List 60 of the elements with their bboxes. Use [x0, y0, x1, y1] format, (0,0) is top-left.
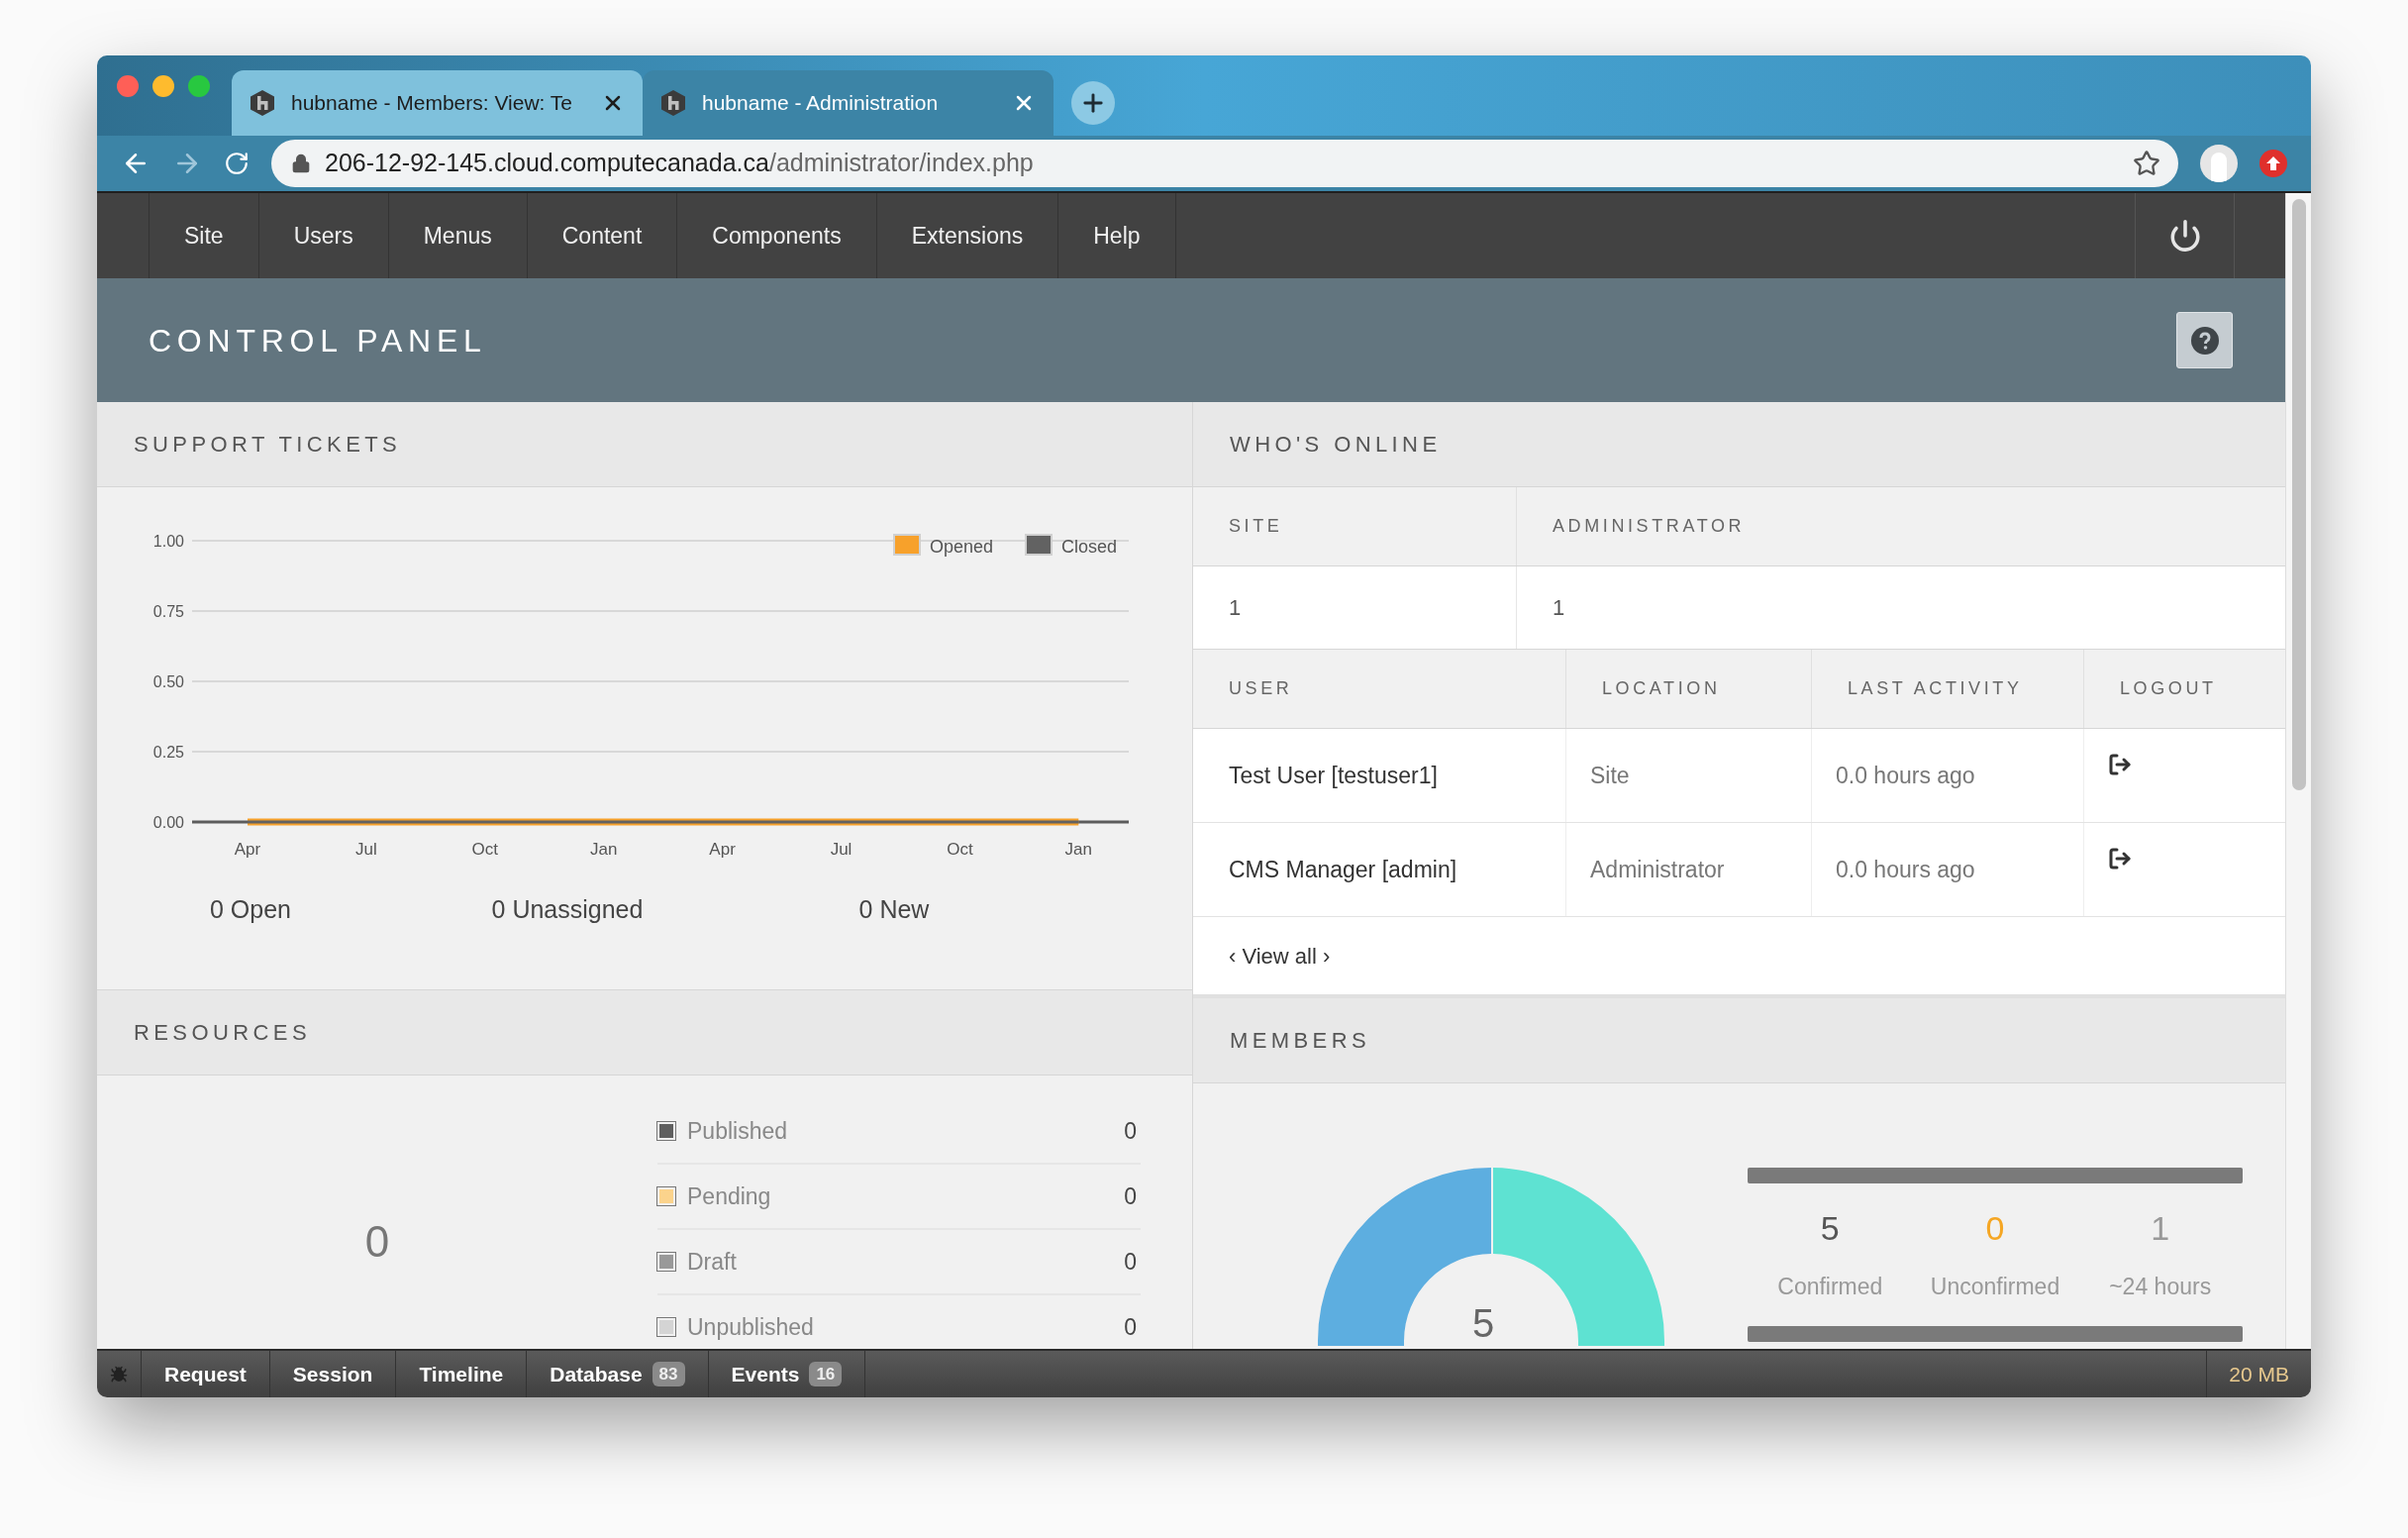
table-cell: Site [1566, 729, 1812, 822]
count-badge: 16 [809, 1362, 843, 1386]
member-count-label: Unconfirmed [1929, 1273, 2061, 1301]
section-title: WHO'S ONLINE [1230, 431, 1442, 459]
column-header: LOCATION [1566, 650, 1812, 728]
table-cell: 0.0 hours ago [1812, 823, 2084, 916]
url-path: /administrator/index.php [768, 149, 1034, 177]
member-count: 1 [2150, 1208, 2171, 1249]
y-tick-label: 1.00 [152, 533, 184, 550]
column-header: USER [1193, 650, 1566, 728]
tab-title: hubname - Administration [702, 90, 940, 117]
x-tick-label: Jul [355, 840, 377, 859]
section-title: RESOURCES [134, 1019, 311, 1047]
table-cell: 1 [1193, 566, 1517, 649]
y-tick-label: 0.00 [152, 814, 184, 831]
memory-usage: 20 MB [2206, 1351, 2311, 1397]
url-host: 206-12-92-145.cloud.computecanada.ca [325, 149, 769, 177]
y-tick-label: 0.25 [152, 744, 184, 761]
ticket-stat: 0 Open [209, 894, 292, 925]
x-tick-label: Apr [234, 840, 261, 859]
status-count: 0 [1124, 1247, 1138, 1277]
ticket-stat: 0 Unassigned [490, 894, 645, 925]
y-tick-label: 0.50 [152, 673, 184, 690]
status-count: 0 [1124, 1181, 1138, 1211]
column-header: LAST ACTIVITY [1812, 650, 2084, 728]
table-cell: Test User [testuser1] [1193, 729, 1566, 822]
member-count-label: Confirmed [1776, 1273, 1884, 1301]
status-count: 0 [1124, 1116, 1138, 1146]
resources-total: 0 [364, 1216, 390, 1268]
table-cell: 0.0 hours ago [1812, 729, 2084, 822]
y-tick-label: 0.75 [152, 603, 184, 620]
legend-label: Closed [1061, 537, 1118, 557]
column-header: ADMINISTRATOR [1552, 515, 1747, 538]
table-cell: Administrator [1566, 823, 1812, 916]
status-label: Published [687, 1116, 789, 1146]
x-tick-label: Apr [709, 840, 736, 859]
x-tick-label: Jul [830, 840, 853, 859]
x-tick-label: Jan [590, 840, 618, 859]
ticket-stat: 0 New [857, 894, 931, 925]
member-count: 5 [1819, 1208, 1841, 1249]
tab-title: hubname - Members: View: Te [291, 90, 574, 117]
status-count: 0 [1124, 1312, 1138, 1342]
status-label: Draft [687, 1247, 738, 1277]
page-title: CONTROL PANEL [149, 321, 488, 360]
section-title: SUPPORT TICKETS [134, 431, 402, 459]
table-cell: CMS Manager [admin] [1193, 823, 1566, 916]
legend-label: Opened [930, 537, 994, 557]
x-tick-label: Oct [947, 840, 973, 859]
donut-center-value: 5 [1472, 1303, 1495, 1343]
column-header: SITE [1193, 487, 1517, 565]
status-label: Pending [687, 1181, 772, 1211]
section-title: MEMBERS [1230, 1027, 1371, 1055]
x-tick-label: Oct [471, 840, 499, 859]
status-label: Unpublished [687, 1312, 815, 1342]
x-tick-label: Jan [1064, 840, 1092, 859]
column-header: LOGOUT [2119, 677, 2218, 700]
member-count: 0 [1984, 1208, 2006, 1249]
table-cell-text: 1 [1552, 594, 1566, 622]
member-count-label: ~24 hours [2108, 1273, 2213, 1301]
count-badge: 83 [652, 1362, 685, 1386]
